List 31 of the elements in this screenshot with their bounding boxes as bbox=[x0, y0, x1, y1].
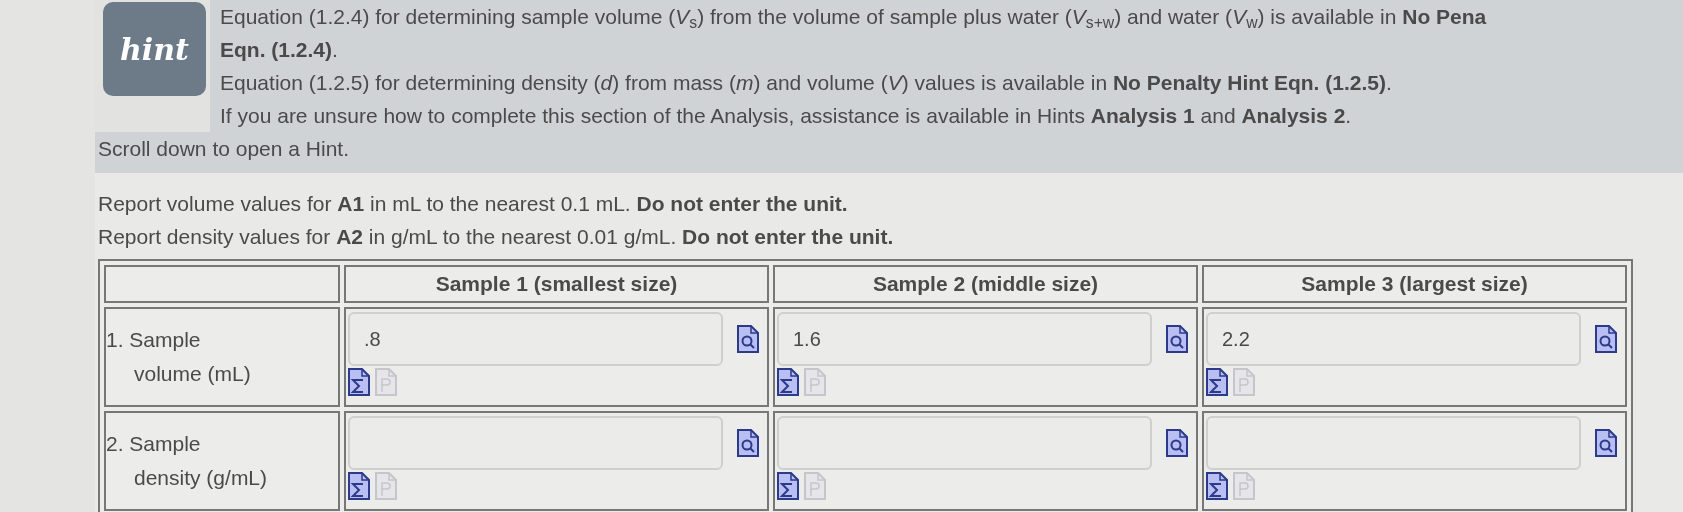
column-header: Sample 3 (largest size) bbox=[1202, 265, 1627, 303]
hint-text: Equation (1.2.5) for determining density (d) from mass (m) and volume (V) values is available in No Penalty Hint Eqn. (1.2.5). bbox=[220, 70, 1393, 96]
hint-badge: hint bbox=[103, 2, 206, 96]
hint-text: Eqn. (1.2.4). bbox=[220, 37, 339, 63]
column-header: Sample 2 (middle size) bbox=[773, 265, 1198, 303]
hint-text: Equation (1.2.4) for determining sample volume (V$_{s}$) from the volume of sample plus water (V$_{s+w}$) and water (V$_{w}$) is available in No Pena bbox=[220, 4, 1487, 33]
answer-field[interactable] bbox=[1206, 416, 1581, 470]
instruction-text: Report volume values for A1 in mL to the nearest 0.1 mL. Do not enter the unit. bbox=[98, 191, 849, 217]
scroll-note: Scroll down to open a Hint. bbox=[97, 136, 350, 162]
formula-icon[interactable] bbox=[348, 472, 370, 500]
hint-text: If you are unsure how to complete this section of the Analysis, assistance is available in Hints Analysis 1 and Analysis 2. bbox=[220, 103, 1353, 129]
preview-icon[interactable] bbox=[1595, 325, 1617, 353]
preview-icon[interactable] bbox=[1166, 429, 1188, 457]
formula-icon[interactable] bbox=[1206, 472, 1228, 500]
answer-field[interactable]: 1.6 bbox=[777, 312, 1152, 366]
answer-field[interactable] bbox=[777, 416, 1152, 470]
preview-icon[interactable] bbox=[737, 429, 759, 457]
preview-icon[interactable] bbox=[1595, 429, 1617, 457]
formula-icon[interactable] bbox=[348, 368, 370, 396]
answer-field[interactable] bbox=[348, 416, 723, 470]
column-header: Sample 1 (smallest size) bbox=[344, 265, 769, 303]
instruction-text: Report density values for A2 in g/mL to the nearest 0.01 g/mL. Do not enter the unit. bbox=[98, 224, 895, 250]
formula-icon[interactable] bbox=[777, 472, 799, 500]
row-label: 2. Sample density (g/mL) bbox=[104, 411, 340, 511]
answer-field[interactable]: .8 bbox=[348, 312, 723, 366]
preview-icon[interactable] bbox=[1166, 325, 1188, 353]
formula-icon[interactable] bbox=[1206, 368, 1228, 396]
preview-icon[interactable] bbox=[737, 325, 759, 353]
answer-field[interactable]: 2.2 bbox=[1206, 312, 1581, 366]
row-label: 1. Sample volume (mL) bbox=[104, 307, 340, 407]
formula-icon[interactable] bbox=[777, 368, 799, 396]
